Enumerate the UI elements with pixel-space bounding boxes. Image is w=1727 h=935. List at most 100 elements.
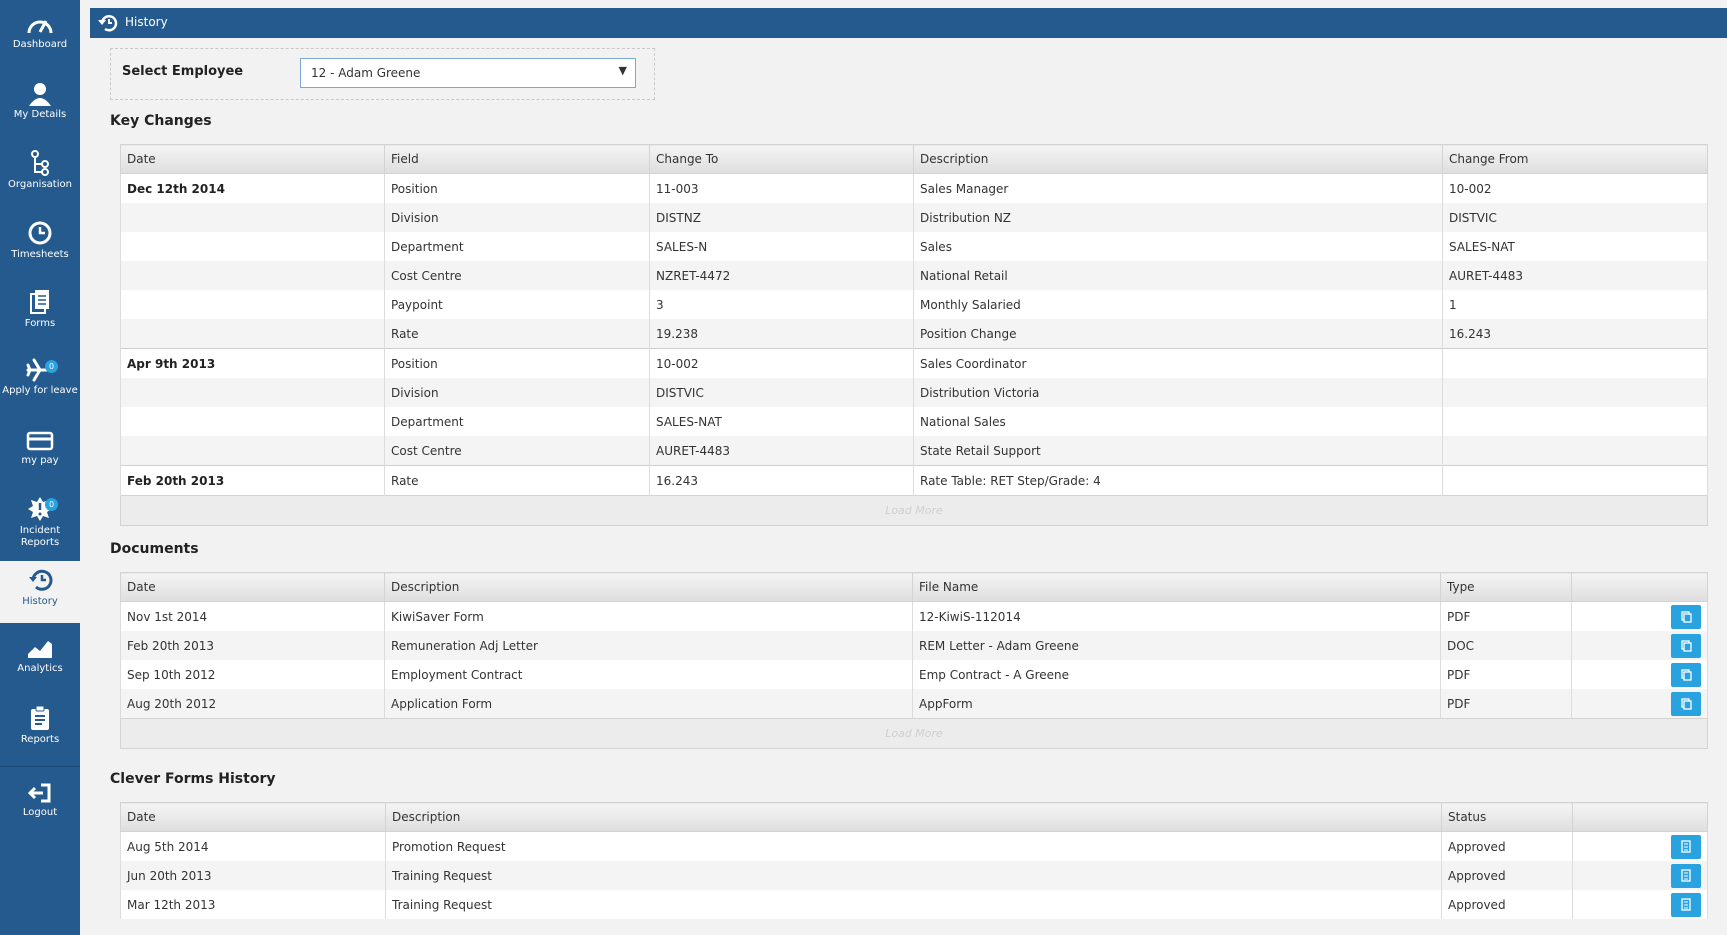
column-header[interactable]: Status bbox=[1441, 802, 1573, 832]
sidebar-item-dashboard[interactable]: Dashboard bbox=[0, 14, 80, 51]
column-header[interactable]: Change To bbox=[649, 144, 914, 174]
table-row: Sep 10th 2012 Employment Contract Emp Cont… bbox=[120, 660, 1708, 689]
table-cell: Mar 12th 2013 bbox=[120, 890, 386, 919]
table-cell: DISTNZ bbox=[649, 203, 914, 232]
analytics-icon bbox=[28, 641, 52, 658]
column-header[interactable]: Date bbox=[120, 572, 385, 602]
column-header[interactable]: File Name bbox=[912, 572, 1441, 602]
form-icon bbox=[1681, 897, 1691, 911]
table-row: Feb 20th 2013 Remuneration Adj Letter REM … bbox=[120, 631, 1708, 660]
table-cell: Sales Manager bbox=[913, 173, 1443, 203]
sidebar-item-my-details[interactable]: My Details bbox=[0, 82, 80, 121]
table-cell bbox=[1442, 378, 1708, 407]
sidebar-item-label: Organisation bbox=[8, 179, 72, 190]
table-cell: Remuneration Adj Letter bbox=[384, 631, 913, 660]
table-cell bbox=[120, 290, 385, 319]
load-more-row[interactable]: Load More bbox=[120, 718, 1708, 749]
table-header-row: Date Description Status bbox=[120, 802, 1708, 832]
sidebar-item-timesheets[interactable]: Timesheets bbox=[0, 220, 80, 261]
table-cell: 3 bbox=[649, 290, 914, 319]
column-header[interactable]: Date bbox=[120, 802, 386, 832]
column-header[interactable]: Field bbox=[384, 144, 650, 174]
table-cell: Employment Contract bbox=[384, 660, 913, 689]
table-cell: Sales bbox=[913, 232, 1443, 261]
table-cell: AURET-4483 bbox=[649, 436, 914, 466]
sidebar-item-logout[interactable]: Logout bbox=[0, 782, 80, 819]
table-row: Aug 5th 2014 Promotion Request Approved bbox=[120, 831, 1708, 861]
table-cell: REM Letter - Adam Greene bbox=[912, 631, 1441, 660]
table-cell: NZRET-4472 bbox=[649, 261, 914, 290]
sidebar-item-label: Incident Reports bbox=[19, 525, 61, 548]
column-header[interactable]: Type bbox=[1440, 572, 1572, 602]
open-document-button[interactable] bbox=[1671, 662, 1701, 687]
table-cell: Aug 20th 2012 bbox=[120, 689, 385, 719]
table-cell: Division bbox=[384, 203, 650, 232]
key-changes-table: Date Field Change To Description Change … bbox=[120, 144, 1708, 526]
table-cell bbox=[1572, 861, 1708, 890]
table-cell: Cost Centre bbox=[384, 261, 650, 290]
column-header[interactable]: Date bbox=[120, 144, 385, 174]
column-header[interactable]: Description bbox=[913, 144, 1443, 174]
sidebar-item-label: my pay bbox=[21, 455, 59, 466]
sidebar-item-organisation[interactable]: Organisation bbox=[0, 150, 80, 191]
sidebar-item-forms[interactable]: Forms bbox=[0, 289, 80, 330]
table-cell: KiwiSaver Form bbox=[384, 601, 913, 631]
column-header bbox=[1571, 572, 1708, 602]
column-header[interactable]: Description bbox=[384, 572, 913, 602]
sidebar-divider bbox=[0, 766, 80, 767]
sidebar-item-label: Forms bbox=[24, 318, 56, 329]
clever-forms-title: Clever Forms History bbox=[110, 771, 276, 787]
table-row: Apr 9th 2013 Position 10-002 Sales Coordina… bbox=[120, 348, 1708, 378]
table-cell: State Retail Support bbox=[913, 436, 1443, 466]
table-cell: DISTVIC bbox=[1442, 203, 1708, 232]
sidebar-item-history[interactable]: History bbox=[0, 561, 80, 623]
open-form-button[interactable] bbox=[1671, 892, 1701, 917]
table-cell bbox=[120, 261, 385, 290]
copy-icon bbox=[1681, 639, 1692, 652]
table-cell: Feb 20th 2013 bbox=[120, 465, 385, 496]
copy-icon bbox=[1681, 668, 1692, 681]
table-cell bbox=[1442, 465, 1708, 496]
copy-icon bbox=[1681, 697, 1692, 710]
table-row: Nov 1st 2014 KiwiSaver Form 12-KiwiS-11201… bbox=[120, 601, 1708, 631]
sidebar-item-analytics[interactable]: Analytics bbox=[0, 636, 80, 675]
open-document-button[interactable] bbox=[1671, 691, 1701, 716]
employee-select[interactable]: 12 - Adam Greene ▼ bbox=[300, 58, 636, 88]
open-form-button[interactable] bbox=[1671, 863, 1701, 888]
table-row: Department SALES-N Sales SALES-NAT bbox=[120, 232, 1708, 261]
sidebar-item-label: Dashboard bbox=[12, 39, 68, 50]
sidebar-item-apply-leave[interactable]: Apply for leave 0 bbox=[0, 358, 80, 397]
table-cell: Approved bbox=[1441, 890, 1573, 919]
table-row: Aug 20th 2012 Application Form AppForm PDF bbox=[120, 689, 1708, 719]
gauge-icon bbox=[27, 20, 53, 34]
load-more-row[interactable]: Load More bbox=[120, 495, 1708, 526]
table-cell bbox=[1442, 407, 1708, 436]
column-header[interactable]: Description bbox=[385, 802, 1442, 832]
sidebar-item-incident-reports[interactable]: Incident Reports 0 bbox=[0, 496, 80, 549]
table-cell: Rate bbox=[384, 465, 650, 496]
table-cell: Distribution NZ bbox=[913, 203, 1443, 232]
open-document-button[interactable] bbox=[1671, 633, 1701, 658]
table-cell: Emp Contract - A Greene bbox=[912, 660, 1441, 689]
documents-title: Documents bbox=[110, 541, 199, 557]
column-header[interactable]: Change From bbox=[1442, 144, 1708, 174]
load-more-button[interactable]: Load More bbox=[120, 495, 1708, 526]
sidebar-item-reports[interactable]: Reports bbox=[0, 705, 80, 746]
table-cell: 10-002 bbox=[1442, 173, 1708, 203]
column-header bbox=[1572, 802, 1708, 832]
employee-select-panel: Select Employee 12 - Adam Greene ▼ bbox=[110, 48, 655, 100]
table-row: Rate 19.238 Position Change 16.243 bbox=[120, 319, 1708, 349]
sidebar-item-my-pay[interactable]: my pay bbox=[0, 430, 80, 467]
sidebar-item-label: Analytics bbox=[17, 663, 63, 674]
table-row: Feb 20th 2013 Rate 16.243 Rate Table: RET S… bbox=[120, 465, 1708, 496]
table-cell: SALES-N bbox=[649, 232, 914, 261]
table-cell bbox=[1571, 660, 1708, 689]
table-cell: Rate bbox=[384, 319, 650, 349]
table-cell: Training Request bbox=[385, 861, 1442, 890]
open-document-button[interactable] bbox=[1671, 604, 1701, 629]
load-more-button[interactable]: Load More bbox=[120, 718, 1708, 749]
sidebar-item-label: Logout bbox=[22, 807, 58, 818]
open-form-button[interactable] bbox=[1671, 834, 1701, 859]
table-cell: Training Request bbox=[385, 890, 1442, 919]
table-cell: 1 bbox=[1442, 290, 1708, 319]
